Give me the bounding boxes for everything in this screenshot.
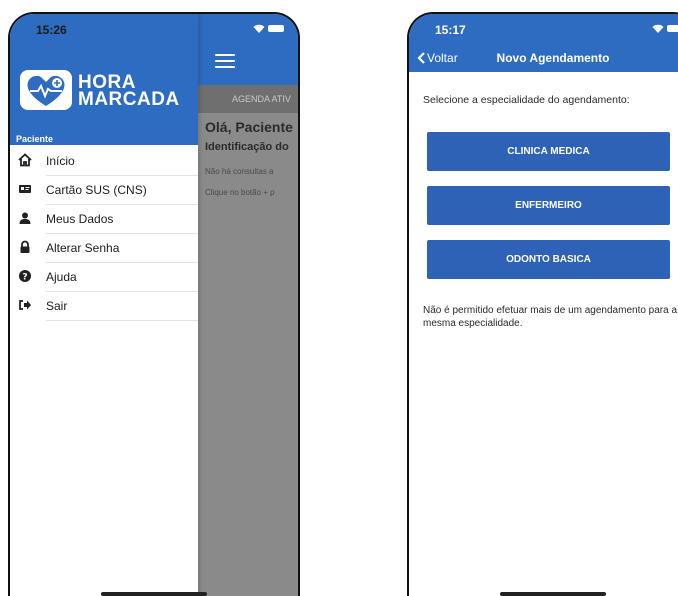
- menu-item-sair[interactable]: Sair: [19, 292, 198, 321]
- section-label-paciente: Paciente: [16, 134, 54, 144]
- specialty-prompt: Selecione a especialidade do agendamento…: [423, 94, 630, 106]
- app-logo-text: HORA MARCADA: [78, 73, 180, 110]
- side-menu-screen: AGENDA ATIV Olá, Paciente Identificação …: [10, 14, 298, 596]
- new-appointment-screen: 15:17 Voltar Novo Agendamento Selecione …: [409, 14, 678, 596]
- add-hint-text: Clique no botão + p: [205, 188, 275, 197]
- menu-item-inicio[interactable]: Início: [18, 147, 198, 176]
- drawer-status-bar: 15:26: [10, 14, 198, 42]
- home-indicator[interactable]: [101, 592, 207, 596]
- menu-item-alterar-senha[interactable]: Alterar Senha: [20, 234, 198, 263]
- menu-item-meus-dados[interactable]: Meus Dados: [19, 205, 198, 234]
- menu-label: Ajuda: [46, 270, 77, 284]
- menu-label: Meus Dados: [46, 212, 114, 226]
- dimmed-home-content: Olá, Paciente Identificação do Não há co…: [205, 119, 298, 197]
- menu-item-cartao-sus[interactable]: Cartão SUS (CNS): [19, 176, 198, 205]
- page-title: Novo Agendamento: [496, 51, 610, 65]
- sign-out-icon: [18, 298, 32, 312]
- specialty-button-clinica-medica[interactable]: CLINICA MEDICA: [427, 132, 670, 171]
- home-icon: [18, 153, 32, 167]
- tab-agenda-ativa: AGENDA ATIV: [198, 85, 298, 113]
- drawer-menu: Início Cartão SUS (CNS) Meus Dados Alter…: [10, 147, 198, 321]
- empty-appointments-text: Não há consultas a: [205, 167, 274, 176]
- restriction-note: Não é permitido efetuar mais de um agend…: [423, 305, 678, 329]
- lock-icon: [18, 240, 32, 254]
- heart-logo-icon: [20, 70, 72, 110]
- menu-label: Cartão SUS (CNS): [46, 183, 147, 197]
- menu-label: Sair: [46, 299, 68, 313]
- status-time: 15:26: [36, 23, 67, 37]
- home-indicator[interactable]: [500, 592, 606, 596]
- navigation-bar: 15:17 Voltar Novo Agendamento: [409, 14, 678, 72]
- menu-label: Alterar Senha: [46, 241, 120, 255]
- svg-text:?: ?: [22, 273, 27, 283]
- identification-heading: Identificação do: [205, 141, 289, 153]
- status-bar: 15:17: [409, 14, 678, 42]
- wifi-battery-icon: [253, 23, 284, 34]
- status-time: 15:17: [435, 23, 466, 37]
- hamburger-menu-icon[interactable]: [215, 54, 235, 68]
- help-icon: ?: [18, 269, 32, 283]
- specialty-button-odonto-basica[interactable]: ODONTO BASICA: [427, 240, 670, 279]
- specialty-button-enfermeiro[interactable]: ENFERMEIRO: [427, 186, 670, 225]
- wifi-battery-icon: [652, 23, 678, 34]
- side-drawer: 15:26 HORA MARCADA Paciente Início Cartã…: [10, 14, 198, 596]
- phone-frame-left: AGENDA ATIV Olá, Paciente Identificação …: [8, 12, 300, 596]
- id-card-icon: [18, 182, 32, 196]
- phone-frame-right: 15:17 Voltar Novo Agendamento Selecione …: [407, 12, 678, 596]
- user-icon: [18, 211, 32, 225]
- menu-label: Início: [46, 154, 75, 168]
- logo-line-marcada: MARCADA: [78, 89, 180, 110]
- menu-item-ajuda[interactable]: ? Ajuda: [19, 263, 198, 292]
- drawer-header: 15:26 HORA MARCADA Paciente: [10, 14, 198, 145]
- greeting-text: Olá, Paciente: [205, 119, 293, 135]
